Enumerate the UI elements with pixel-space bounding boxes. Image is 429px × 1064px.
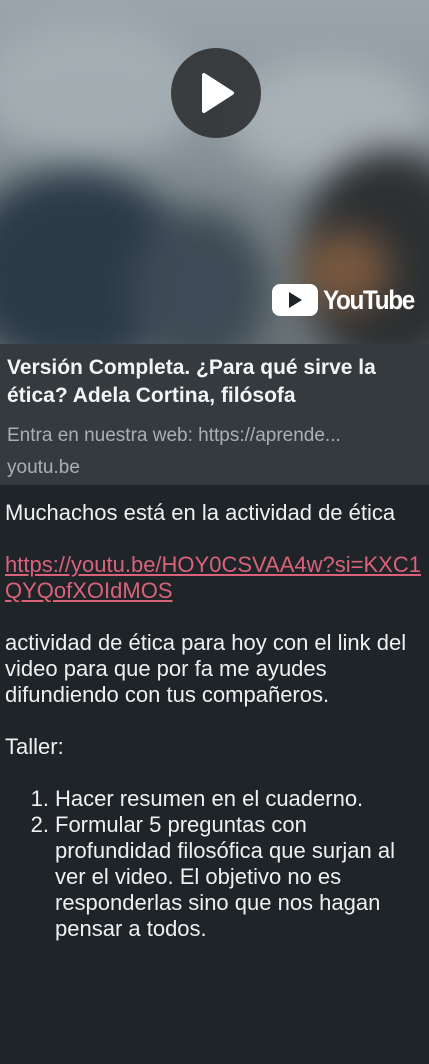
taller-label: Taller: bbox=[5, 734, 64, 759]
task-list: 1. Hacer resumen en el cuaderno. 2. Form… bbox=[5, 786, 427, 942]
list-item: 1. Hacer resumen en el cuaderno. bbox=[30, 786, 364, 811]
play-icon bbox=[202, 73, 234, 113]
youtube-wordmark: YouTube bbox=[323, 284, 415, 315]
message-body: actividad de ética para hoy con el link … bbox=[5, 630, 407, 707]
youtube-logo: YouTube bbox=[272, 283, 424, 317]
link-preview-description: Entra en nuestra web: https://aprende... bbox=[7, 425, 341, 446]
thumbnail-blur bbox=[0, 20, 200, 160]
message-intro: Muchachos está en la actividad de ética bbox=[5, 500, 396, 525]
youtube-logo-icon bbox=[272, 284, 318, 316]
link-preview-domain: youtu.be bbox=[7, 457, 80, 478]
play-button[interactable] bbox=[171, 48, 261, 138]
message-text: Muchachos está en la actividad de ética … bbox=[5, 500, 427, 942]
link-preview-card[interactable]: Versión Completa. ¿Para qué sirve la éti… bbox=[0, 344, 429, 485]
video-thumbnail[interactable]: YouTube bbox=[0, 0, 429, 344]
list-item: 2. Formular 5 preguntas con profundidad … bbox=[30, 812, 396, 941]
message-link[interactable]: https://youtu.be/HOY0CSVAA4w?si=KXC1QYQo… bbox=[5, 552, 427, 604]
link-preview-title: Versión Completa. ¿Para qué sirve la éti… bbox=[7, 356, 376, 407]
